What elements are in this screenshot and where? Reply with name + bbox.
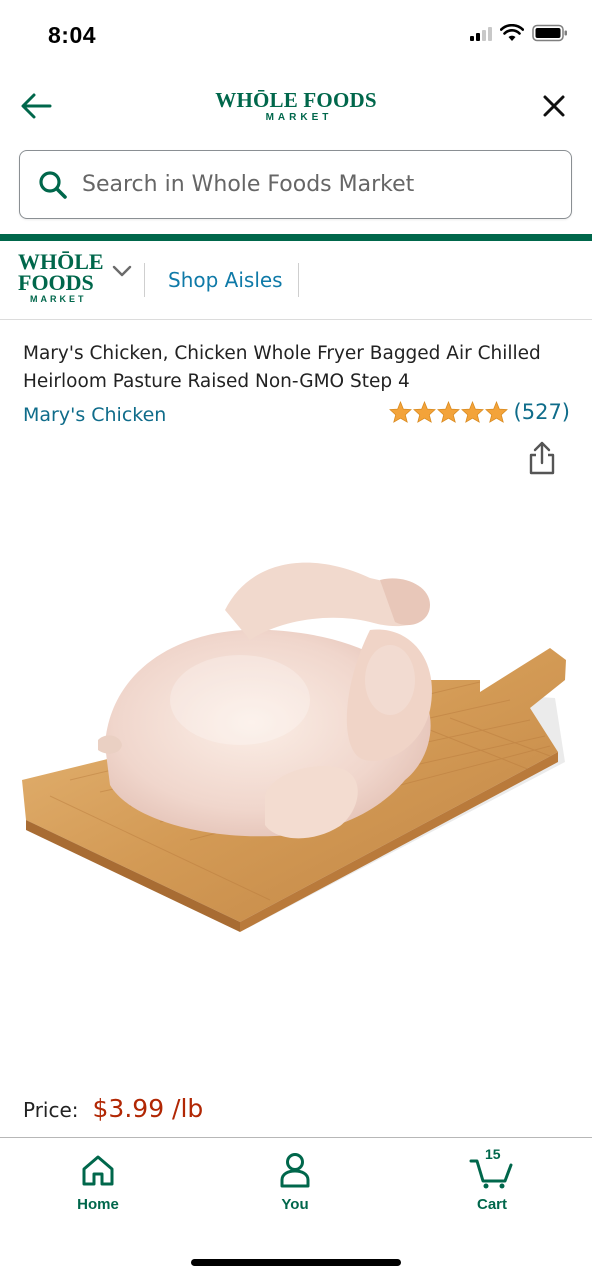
product-title: Mary's Chicken, Chicken Whole Fryer Bagg… [23, 343, 541, 392]
close-icon [543, 95, 565, 117]
status-icons [470, 24, 568, 42]
app-header: WHŌLE FOODS MARKET [0, 74, 592, 138]
product-rating[interactable]: (527) [388, 400, 570, 424]
nav-divider [144, 263, 145, 297]
search-input[interactable] [82, 172, 542, 197]
store-logo: WHŌLE FOODS MARKET [18, 251, 104, 305]
tab-you-label: You [281, 1196, 309, 1213]
back-button[interactable] [16, 86, 56, 126]
store-logo-line2: FOODS [18, 270, 94, 295]
chevron-down-icon [112, 265, 131, 277]
status-time: 8:04 [48, 22, 97, 48]
store-nav: WHŌLE FOODS MARKET Shop Aisles [0, 241, 592, 320]
review-count: (527) [513, 400, 570, 424]
cellular-signal-icon [470, 25, 492, 41]
header-divider [0, 234, 592, 241]
share-icon [529, 441, 555, 475]
home-indicator [191, 1259, 401, 1266]
star-icon [460, 401, 484, 423]
battery-icon [532, 24, 567, 42]
whole-chicken-image [22, 562, 566, 932]
search-box[interactable] [19, 150, 572, 219]
shop-aisles-link[interactable]: Shop Aisles [168, 268, 283, 292]
search-icon [38, 170, 68, 200]
cart-icon: 15 [469, 1146, 515, 1190]
nav-divider [298, 263, 299, 297]
star-rating [388, 401, 508, 423]
tab-home[interactable]: Home [38, 1150, 158, 1213]
wifi-icon [500, 24, 524, 41]
price-row: Price: $3.99 /lb [23, 1094, 203, 1123]
whole-foods-logo: WHŌLE FOODS MARKET [215, 88, 376, 123]
star-icon [412, 401, 436, 423]
tab-cart[interactable]: 15 Cart [432, 1146, 552, 1213]
star-icon [388, 401, 412, 423]
close-button[interactable] [534, 86, 574, 126]
price-value: $3.99 /lb [92, 1094, 204, 1123]
share-button[interactable] [524, 438, 560, 478]
tab-home-label: Home [77, 1196, 119, 1213]
home-icon [80, 1150, 116, 1190]
price-label: Price: [23, 1098, 79, 1122]
store-logo-line1: WHŌLE [18, 249, 104, 274]
brand-link[interactable]: Mary's Chicken [23, 404, 166, 426]
star-icon [484, 401, 508, 423]
cart-count-badge: 15 [485, 1146, 501, 1162]
person-icon [279, 1150, 311, 1190]
tab-you[interactable]: You [235, 1150, 355, 1213]
logo-sub-text: MARKET [265, 112, 333, 123]
logo-main-text: WHŌLE FOODS [215, 88, 377, 112]
tab-cart-label: Cart [476, 1196, 507, 1213]
store-switcher[interactable]: WHŌLE FOODS MARKET [18, 251, 132, 305]
back-arrow-icon [21, 93, 52, 119]
status-bar: 8:04 [0, 0, 592, 70]
star-icon [436, 401, 460, 423]
product-image[interactable] [10, 530, 582, 970]
